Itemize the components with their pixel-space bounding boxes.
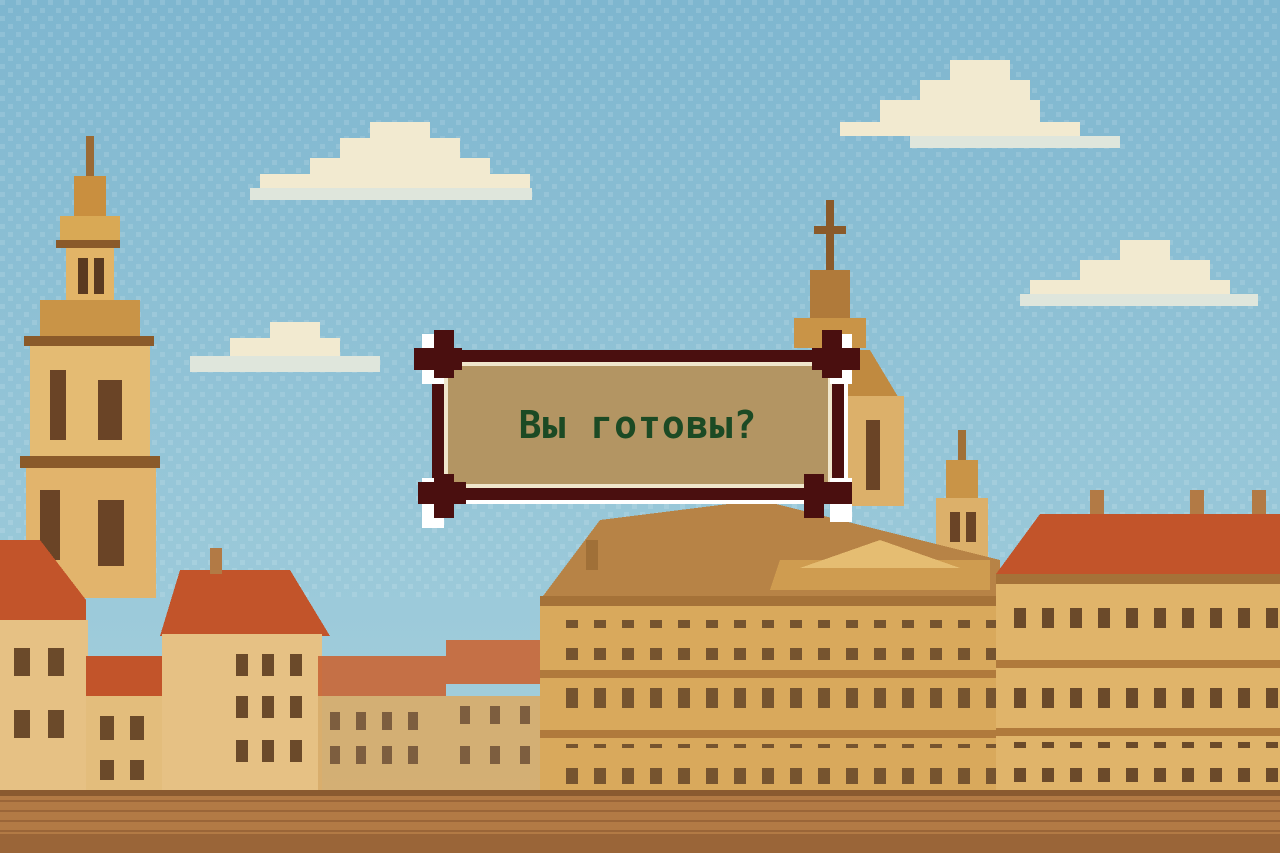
right-building [996,490,1280,800]
peg-bottom-left-bar [418,482,466,504]
peg-bottom-right-bar [804,482,852,504]
row-houses [318,640,548,796]
game-scene: Вы готовы? [0,0,1280,853]
dialog-banner: Вы готовы? [414,330,860,528]
dialog-text: Вы готовы? [518,403,758,447]
embankment [0,790,1280,853]
